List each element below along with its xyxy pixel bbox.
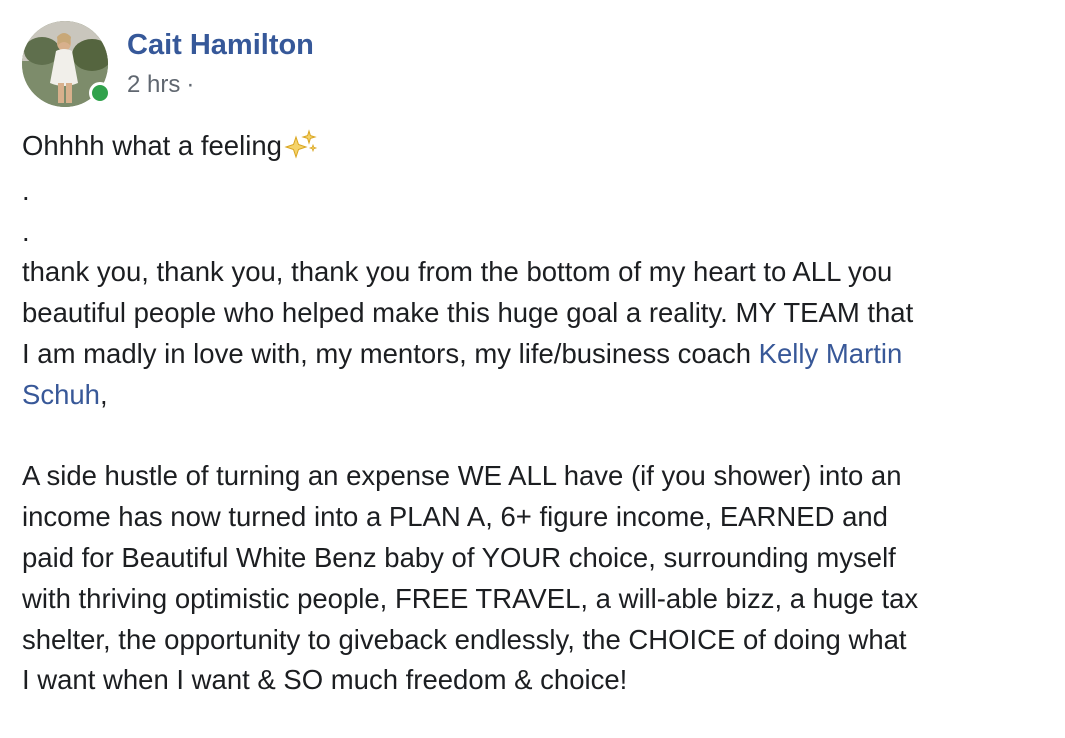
sparkles-icon <box>284 129 318 171</box>
post-dot-2: . <box>22 215 30 247</box>
facebook-post: Cait Hamilton 2 hrs · Ohhhh what a feelin… <box>0 0 1065 738</box>
post-dot-1: . <box>22 174 30 206</box>
post-paragraph2-line1: A side hustle of turning an expense WE A… <box>22 460 902 492</box>
post-text-headline: Ohhhh what a feeling <box>22 130 282 161</box>
post-line-first: Ohhhh what a feeling <box>22 126 1052 171</box>
mention-link-kelly-martin[interactable]: Kelly Martin <box>759 338 903 369</box>
post-paragraph1-line1: thank you, thank you, thank you from the… <box>22 256 893 288</box>
post-paragraph2-line3: paid for Beautiful White Benz baby of YO… <box>22 541 896 573</box>
post-paragraph2-line2: income has now turned into a PLAN A, 6+ … <box>22 501 888 533</box>
post-body: Ohhhh what a feeling . . thank you, than… <box>22 126 1052 701</box>
online-status-indicator <box>89 82 111 104</box>
post-paragraph1-comma: , <box>99 378 108 410</box>
post-meta: 2 hrs · <box>127 70 194 100</box>
post-timestamp[interactable]: 2 hrs <box>127 71 180 98</box>
author-name-link[interactable]: Cait Hamilton <box>127 27 314 63</box>
post-paragraph2-line6: I want when I want & SO much freedom & c… <box>22 664 628 696</box>
post-paragraph1-line2: beautiful people who helped make this hu… <box>22 297 914 329</box>
post-paragraph2-line4: with thriving optimistic people, FREE TR… <box>22 582 919 614</box>
post-paragraph1-line3: I am madly in love with, my mentors, my … <box>22 334 1052 375</box>
post-paragraph1-line3-text: I am madly in love with, my mentors, my … <box>22 337 759 369</box>
post-paragraph2-line5: shelter, the opportunity to giveback end… <box>22 623 907 655</box>
meta-separator: · <box>186 71 195 98</box>
post-paragraph1-line4: Schuh, <box>22 375 1052 416</box>
mention-link-schuh[interactable]: Schuh <box>22 379 100 410</box>
